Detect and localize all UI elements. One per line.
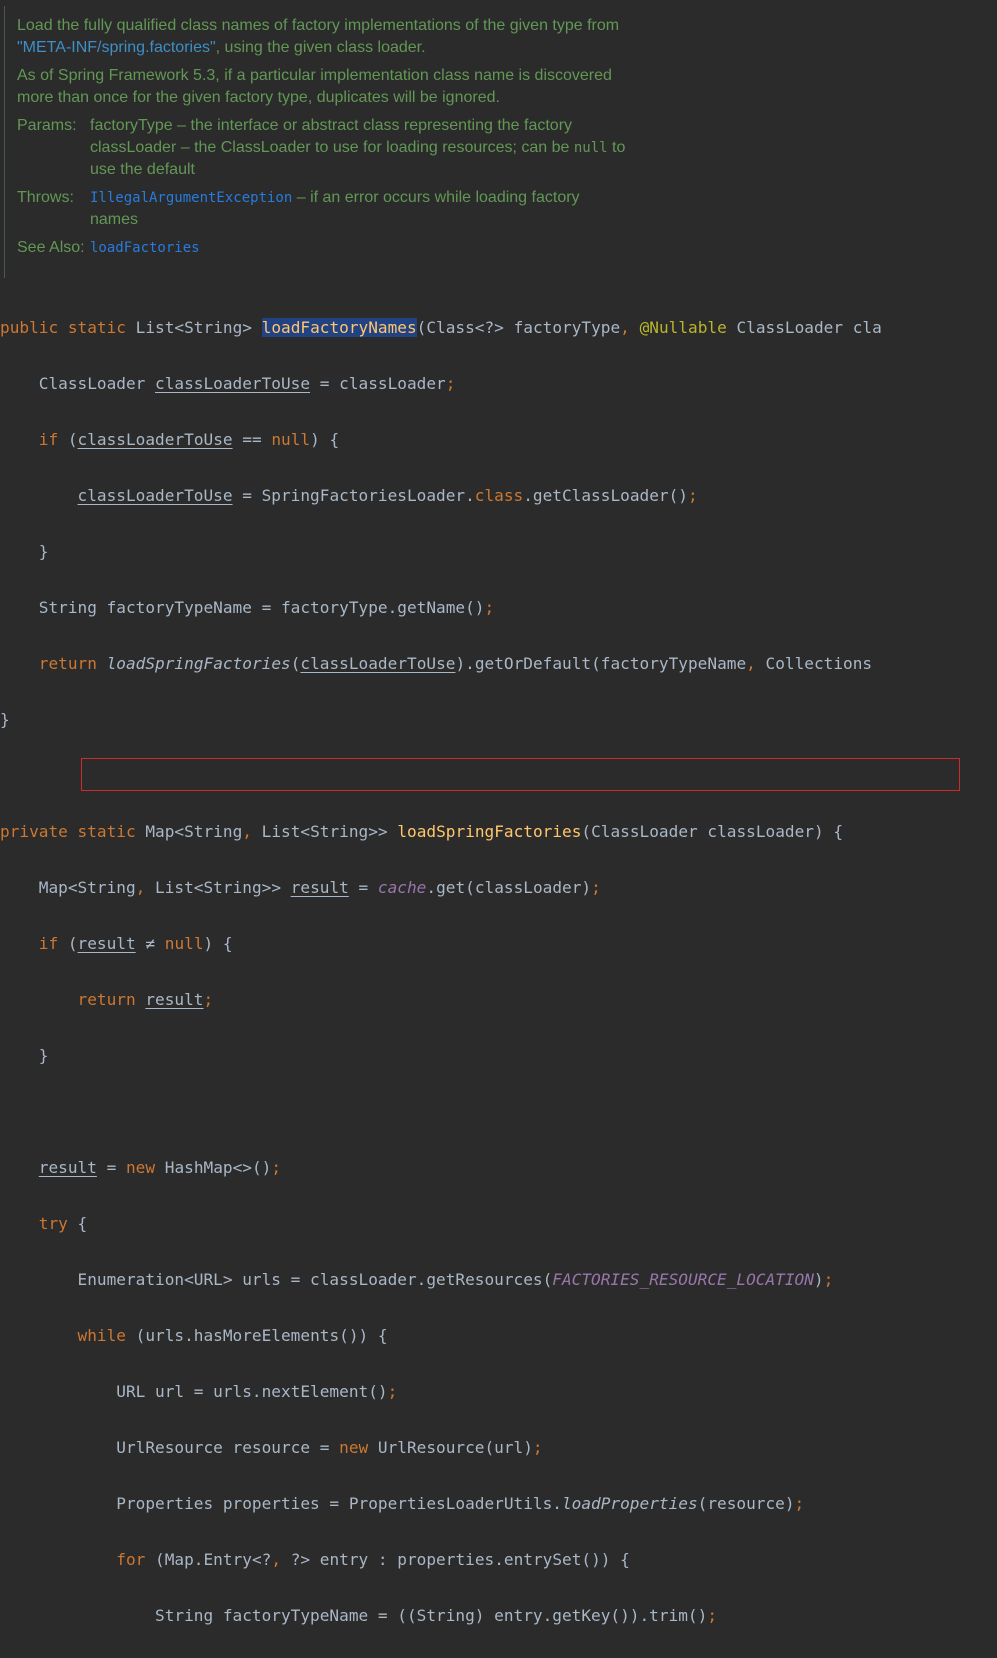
doc-params: Params: factoryType – the interface or a… — [17, 115, 627, 181]
code-line: Properties properties = PropertiesLoader… — [0, 1494, 805, 1513]
code-line: classLoaderToUse = SpringFactoriesLoader… — [77, 486, 698, 505]
code-line: if (classLoaderToUse == null) { — [38, 430, 340, 449]
code-line: URL url = urls.nextElement(); — [0, 1382, 398, 1401]
code-line: String factoryTypeName = factoryType.get… — [0, 598, 495, 617]
code-line: for (Map.Entry<?, ?> entry : properties.… — [116, 1550, 630, 1569]
doc-throws: Throws: IllegalArgumentException – if an… — [17, 187, 627, 231]
code-line: result = new HashMap<>(); — [38, 1158, 282, 1177]
exception-link[interactable]: IllegalArgumentException — [90, 190, 292, 206]
code-line: ClassLoader classLoaderToUse = classLoad… — [0, 374, 456, 393]
code-line: return result; — [77, 990, 214, 1009]
code-line: try { — [38, 1214, 88, 1233]
code-editor[interactable]: public static List<String> loadFactoryNa… — [0, 286, 997, 1658]
code-line: return loadSpringFactories(classLoaderTo… — [38, 654, 873, 673]
doc-note: As of Spring Framework 5.3, if a particu… — [17, 67, 612, 106]
javadoc-margin-bar — [4, 6, 5, 278]
code-line: String factoryTypeName = ((String) entry… — [0, 1606, 718, 1625]
code-line: while (urls.hasMoreElements()) { — [77, 1326, 388, 1345]
code-line: Map<String, List<String>> result = cache… — [0, 878, 601, 897]
code-line: } — [0, 710, 10, 729]
throws-label: Throws: — [17, 189, 74, 206]
code-line: } — [0, 542, 49, 561]
doc-see-also: See Also: loadFactories — [17, 237, 627, 259]
code-line: private static Map<String, List<String>>… — [0, 822, 844, 841]
code-line: public static List<String> loadFactoryNa… — [0, 318, 882, 337]
code-line-highlighted: Enumeration<URL> urls = classLoader.getR… — [0, 1270, 834, 1289]
doc-file-link[interactable]: "META-INF/spring.factories" — [17, 39, 216, 56]
selected-method-name[interactable]: loadFactoryNames — [261, 318, 417, 337]
param-class-loader: classLoader – the ClassLoader to use for… — [90, 139, 626, 178]
param-factory-type: factoryType – the interface or abstract … — [90, 117, 573, 134]
params-label: Params: — [17, 117, 77, 134]
javadoc-text: Load the fully qualified class names of … — [17, 15, 627, 259]
code-line: } — [0, 1046, 49, 1065]
see-also-link[interactable]: loadFactories — [90, 240, 200, 256]
code-line: if (result ≠ null) { — [38, 934, 233, 953]
code-line: UrlResource resource = new UrlResource(u… — [0, 1438, 543, 1457]
see-also-label: See Also: — [17, 239, 85, 256]
doc-description: Load the fully qualified class names of … — [17, 17, 620, 56]
javadoc-popup: Load the fully qualified class names of … — [0, 0, 997, 284]
